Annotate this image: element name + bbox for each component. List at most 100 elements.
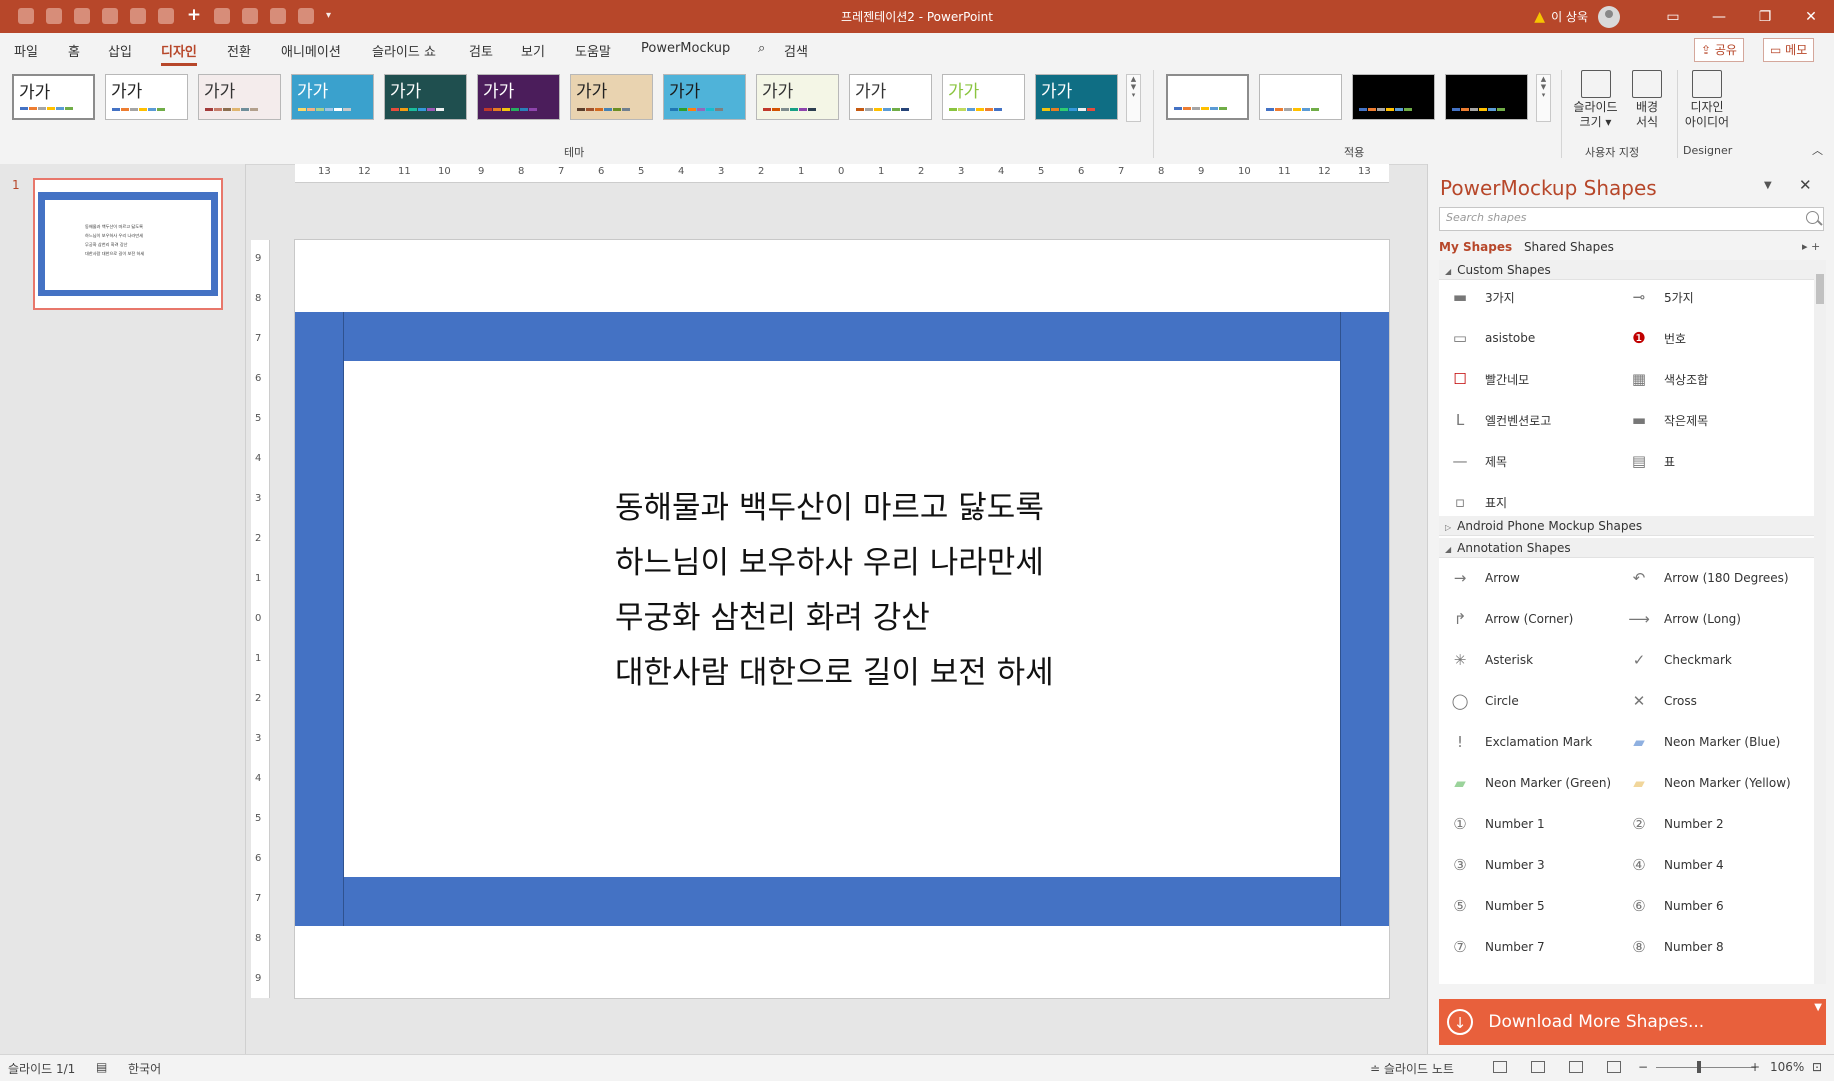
- memo-button[interactable]: ▭ 메모: [1763, 38, 1815, 62]
- annotation-shape-item[interactable]: ▰ Neon Marker (Yellow): [1624, 772, 1791, 794]
- annotation-shape-item[interactable]: ✕ Cross: [1624, 690, 1697, 712]
- section-android-shapes[interactable]: ▷ Android Phone Mockup Shapes: [1439, 516, 1814, 536]
- tab-controls[interactable]: ▸ +: [1802, 240, 1820, 253]
- annotation-shape-item[interactable]: ④ Number 4: [1624, 854, 1723, 876]
- text-line-1[interactable]: 동해물과 백두산이 마르고 닳도록: [615, 482, 1044, 527]
- design-ideas-button[interactable]: 디자인 아이디어: [1680, 70, 1734, 130]
- annotation-shape-item[interactable]: ① Number 1: [1445, 813, 1544, 835]
- close-button[interactable]: ✕: [1788, 9, 1834, 25]
- custom-shape-item[interactable]: ⊸ 5가지: [1624, 286, 1694, 308]
- theme-thumbnail[interactable]: 가가: [756, 74, 839, 120]
- annotation-shape-item[interactable]: ⑤ Number 5: [1445, 895, 1544, 917]
- slideshow-icon[interactable]: [1607, 1061, 1621, 1073]
- search-icon[interactable]: ⌕: [758, 41, 765, 56]
- theme-thumbnail[interactable]: 가가: [849, 74, 932, 120]
- reading-view-icon[interactable]: [1569, 1061, 1583, 1073]
- zoom-level[interactable]: 106%: [1770, 1060, 1804, 1074]
- variant-thumbnail[interactable]: [1445, 74, 1528, 120]
- custom-shape-item[interactable]: ❶ 번호: [1624, 327, 1686, 349]
- text-line-2[interactable]: 하느님이 보우하사 우리 나라만세: [615, 537, 1044, 582]
- download-more-shapes-button[interactable]: ▼ ↓ Download More Shapes...: [1439, 999, 1826, 1045]
- text-line-4[interactable]: 대한사람 대한으로 길이 보전 하세: [615, 647, 1054, 692]
- theme-thumbnail[interactable]: 가가: [105, 74, 188, 120]
- custom-shape-item[interactable]: ☐ 빨간네모: [1445, 368, 1529, 390]
- text-line-3[interactable]: 무궁화 삼천리 화려 강산: [615, 592, 930, 637]
- section-custom-shapes[interactable]: ◢ Custom Shapes: [1439, 260, 1814, 280]
- restore-button[interactable]: ❐: [1742, 9, 1788, 25]
- custom-shape-item[interactable]: ▬ 작은제목: [1624, 409, 1708, 431]
- tab-insert[interactable]: 삽입: [108, 41, 132, 60]
- theme-thumbnail[interactable]: 가가: [663, 74, 746, 120]
- warning-icon[interactable]: ▲: [1534, 9, 1545, 25]
- theme-thumbnail[interactable]: 가가: [384, 74, 467, 120]
- annotation-shape-item[interactable]: → Arrow: [1445, 567, 1520, 589]
- tab-review[interactable]: 검토: [469, 41, 493, 60]
- background-format-button[interactable]: 배경 서식: [1627, 70, 1667, 130]
- tab-design[interactable]: 디자인: [161, 41, 197, 66]
- slide-thumbnail[interactable]: 동해물과 백두산이 마르고 닳도록 하느님이 보우하사 우리 나라만세 무궁화 …: [33, 178, 223, 310]
- annotation-shape-item[interactable]: ! Exclamation Mark: [1445, 731, 1592, 753]
- custom-shape-item[interactable]: ▤ 표: [1624, 450, 1675, 472]
- tab-transitions[interactable]: 전환: [227, 41, 251, 60]
- theme-thumbnail[interactable]: 가가: [1035, 74, 1118, 120]
- tab-view[interactable]: 보기: [521, 41, 545, 60]
- annotation-shape-item[interactable]: ② Number 2: [1624, 813, 1723, 835]
- annotation-shape-item[interactable]: ▰ Neon Marker (Blue): [1624, 731, 1780, 753]
- annotation-shape-item[interactable]: ◯ Circle: [1445, 690, 1519, 712]
- tab-help[interactable]: 도움말: [575, 41, 611, 60]
- normal-view-icon[interactable]: [1493, 1061, 1507, 1073]
- gallery-scroll[interactable]: ▲ ▼ ▾: [1126, 74, 1141, 122]
- minimize-button[interactable]: —: [1696, 9, 1742, 25]
- tab-shared-shapes[interactable]: Shared Shapes: [1524, 240, 1614, 254]
- tab-animations[interactable]: 애니메이션: [281, 41, 341, 60]
- variant-scroll[interactable]: ▲ ▼ ▾: [1536, 74, 1551, 122]
- slide-canvas[interactable]: 동해물과 백두산이 마르고 닳도록 하느님이 보우하사 우리 나라만세 무궁화 …: [295, 240, 1389, 998]
- theme-thumbnail[interactable]: 가가: [291, 74, 374, 120]
- tab-file[interactable]: 파일: [14, 41, 38, 60]
- slide-sorter-icon[interactable]: [1531, 1061, 1545, 1073]
- ribbon-display-icon[interactable]: ▭: [1650, 9, 1696, 25]
- custom-shape-item[interactable]: L 엘컨벤션로고: [1445, 409, 1551, 431]
- language-indicator[interactable]: 한국어: [128, 1060, 161, 1077]
- custom-shape-item[interactable]: — 제목: [1445, 450, 1508, 472]
- custom-shape-item[interactable]: ▦ 색상조합: [1624, 368, 1708, 390]
- vertical-ruler[interactable]: 9 8 7 6 5 4 3 2 1 0 1 2 3 4 5 6 7 8 9: [251, 240, 270, 998]
- tab-home[interactable]: 홈: [68, 41, 80, 60]
- tab-my-shapes[interactable]: My Shapes: [1439, 240, 1512, 254]
- annotation-shape-item[interactable]: ③ Number 3: [1445, 854, 1544, 876]
- annotation-shape-item[interactable]: ⟶ Arrow (Long): [1624, 608, 1741, 630]
- accessibility-icon[interactable]: ▤: [96, 1060, 107, 1074]
- annotation-shape-item[interactable]: ✓ Checkmark: [1624, 649, 1732, 671]
- search-label[interactable]: 검색: [784, 41, 808, 60]
- custom-shape-item[interactable]: ▫ 표지: [1445, 491, 1507, 513]
- zoom-slider-thumb[interactable]: [1697, 1061, 1701, 1073]
- variant-thumbnail[interactable]: [1259, 74, 1342, 120]
- zoom-out-icon[interactable]: −: [1638, 1060, 1648, 1074]
- fit-to-window-icon[interactable]: ⊡: [1812, 1060, 1822, 1074]
- user-name[interactable]: 이 상욱: [1551, 8, 1588, 25]
- theme-thumbnail[interactable]: 가가: [477, 74, 560, 120]
- annotation-shape-item[interactable]: ↶ Arrow (180 Degrees): [1624, 567, 1789, 589]
- section-annotation-shapes[interactable]: ◢ Annotation Shapes: [1439, 538, 1814, 558]
- slide-size-button[interactable]: 슬라이드 크기 ▾: [1568, 70, 1623, 130]
- share-button[interactable]: ⇪ 공유: [1694, 38, 1744, 62]
- variant-thumbnail[interactable]: [1166, 74, 1249, 120]
- close-icon[interactable]: ✕: [1799, 176, 1812, 194]
- tab-slideshow[interactable]: 슬라이드 쇼: [372, 41, 436, 60]
- annotation-shape-item[interactable]: ▰ Neon Marker (Green): [1445, 772, 1611, 794]
- custom-shape-item[interactable]: ▬ 3가지: [1445, 286, 1515, 308]
- search-icon[interactable]: [1806, 211, 1819, 224]
- annotation-shape-item[interactable]: ✳ Asterisk: [1445, 649, 1533, 671]
- pane-options-icon[interactable]: ▼: [1764, 180, 1772, 191]
- collapse-ribbon-icon[interactable]: ︿: [1812, 142, 1823, 158]
- chevron-down-icon[interactable]: ▼: [1814, 985, 1822, 1031]
- annotation-shape-item[interactable]: ⑦ Number 7: [1445, 936, 1544, 958]
- annotation-shape-item[interactable]: ⑧ Number 8: [1624, 936, 1723, 958]
- custom-shape-item[interactable]: ▭ asistobe: [1445, 327, 1535, 349]
- zoom-slider[interactable]: [1656, 1067, 1756, 1068]
- avatar[interactable]: [1598, 5, 1620, 28]
- horizontal-ruler[interactable]: 13 12 11 10 9 8 7 6 5 4 3 2 1 0 1 2 3 4 5 6 7 8 9 10 11 12 13: [295, 164, 1389, 183]
- theme-thumbnail[interactable]: 가가: [12, 74, 95, 120]
- variant-thumbnail[interactable]: [1352, 74, 1435, 120]
- notes-button[interactable]: ≐ 슬라이드 노트: [1370, 1060, 1454, 1077]
